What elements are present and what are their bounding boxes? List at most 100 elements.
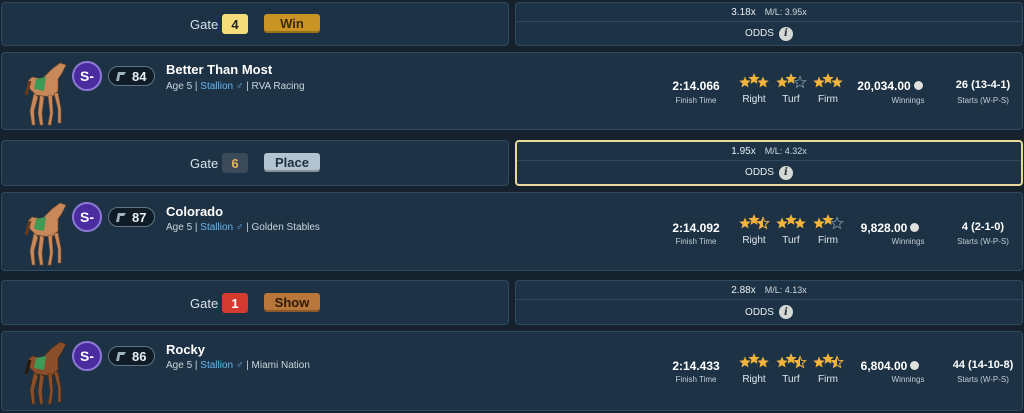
coin-icon	[910, 223, 920, 232]
star-icon	[748, 214, 760, 225]
gate-panel: Gate 6 Place	[1, 140, 509, 186]
finish-time: 2:14.066	[672, 79, 720, 93]
odds-panel[interactable]: 1.95x M/L: 4.32x ODDS i	[515, 140, 1023, 186]
horse-name[interactable]: Better Than Most	[166, 62, 272, 77]
star-icon	[739, 76, 751, 88]
info-icon[interactable]: i	[778, 165, 793, 180]
turf-stars	[776, 353, 807, 369]
gate-label: Gate	[190, 296, 219, 311]
star-icon	[785, 73, 797, 84]
rating-value: 84	[132, 68, 147, 84]
age-text: Age 5 |	[166, 222, 198, 233]
winnings-label: Winnings	[891, 237, 925, 246]
info-icon[interactable]: i	[778, 305, 793, 319]
show-button[interactable]: Show	[264, 293, 320, 312]
turf-stars	[776, 214, 806, 229]
winnings-amount: 20,034.00	[857, 79, 911, 93]
odds-label: ODDS	[745, 167, 774, 178]
winnings-label: Winnings	[891, 96, 925, 105]
odds-value: 2.88x	[731, 284, 756, 296]
grade-badge: S-	[72, 202, 102, 232]
horse-info: Age 5 | Stallion ♂ | Golden Stables	[166, 222, 320, 233]
star-icon	[822, 73, 834, 84]
firm-stars	[813, 214, 844, 230]
star-icon	[794, 217, 806, 229]
sex-text: Stallion ♂	[200, 81, 244, 92]
winnings-label: Winnings	[891, 375, 925, 384]
stable-text: | RVA Racing	[246, 81, 305, 92]
odds-panel[interactable]: 2.88x M/L: 4.13x ODDS i	[515, 280, 1023, 325]
finish-time-label: Finish Time	[675, 375, 717, 384]
winnings-value: 9,828.00	[850, 221, 930, 235]
star-icon	[813, 356, 825, 368]
odds-label-row: ODDS i	[516, 22, 1022, 45]
starts-label: Starts (W-P-S)	[957, 375, 1009, 384]
rating-badge: 86	[108, 346, 155, 366]
horse-name[interactable]: Rocky	[166, 342, 205, 357]
grade-badge: S-	[72, 61, 102, 91]
starts-value: 44 (14-10-8)	[952, 359, 1014, 371]
firm-label: Firm	[818, 235, 838, 246]
winnings-amount: 9,828.00	[860, 221, 908, 235]
horse-image	[24, 62, 67, 126]
starts-value: 4 (2-1-0)	[961, 221, 1005, 233]
odds-label: ODDS	[745, 306, 774, 318]
star-icon	[830, 216, 844, 230]
star-icon	[831, 76, 843, 88]
grade-badge: S-	[72, 341, 102, 371]
horse-info: Age 5 | Stallion ♂ | Miami Nation	[166, 360, 310, 371]
horse-panel[interactable]: S- 86 Rocky Age 5 | Stallion ♂ | Miami N…	[1, 331, 1023, 411]
rating-value: 87	[132, 209, 147, 225]
starts-label: Starts (W-P-S)	[957, 96, 1009, 105]
coin-icon	[913, 81, 923, 90]
star-icon	[757, 356, 769, 368]
star-icon	[776, 217, 788, 229]
gate-panel: Gate 4 Win	[1, 2, 509, 46]
firm-stars	[813, 73, 843, 88]
gate-number-badge: 4	[222, 14, 248, 34]
winnings-amount: 6,804.00	[860, 359, 908, 373]
star-icon	[793, 75, 807, 89]
info-icon[interactable]: i	[778, 26, 793, 41]
rating-badge: 84	[108, 66, 155, 86]
rating-value: 86	[132, 348, 147, 364]
age-text: Age 5 |	[166, 360, 198, 371]
star-icon	[822, 214, 834, 225]
rating-badge: 87	[108, 207, 155, 227]
rating-icon	[116, 71, 126, 81]
star-icon	[776, 76, 788, 88]
gate-label: Gate	[190, 156, 219, 171]
finish-time-label: Finish Time	[675, 96, 717, 105]
turf-label: Turf	[782, 374, 800, 385]
odds-label-row: ODDS i	[516, 300, 1022, 324]
win-button[interactable]: Win	[264, 14, 320, 33]
odds-row: 3.18x M/L: 3.95x	[516, 3, 1022, 22]
odds-label: ODDS	[745, 28, 774, 39]
horse-image	[24, 341, 67, 405]
starts-value: 26 (13-4-1)	[955, 79, 1011, 91]
morning-line: M/L: 4.13x	[764, 285, 807, 295]
right-stars	[739, 353, 769, 368]
place-button[interactable]: Place	[264, 153, 320, 172]
star-icon	[785, 353, 797, 364]
age-text: Age 5 |	[166, 81, 198, 92]
odds-label-row: ODDS i	[517, 161, 1021, 184]
horse-panel[interactable]: S- 87 Colorado Age 5 | Stallion ♂ | Gold…	[1, 192, 1023, 271]
star-icon	[822, 353, 834, 364]
horse-panel[interactable]: S- 84 Better Than Most Age 5 | Stallion …	[1, 52, 1023, 130]
stable-text: | Miami Nation	[246, 360, 310, 371]
star-icon	[748, 73, 760, 84]
firm-label: Firm	[818, 94, 838, 105]
horse-name[interactable]: Colorado	[166, 204, 223, 219]
gate-label: Gate	[190, 17, 219, 32]
right-stars	[739, 214, 770, 230]
rating-icon	[116, 351, 126, 361]
winnings-value: 20,034.00	[850, 79, 930, 93]
sex-text: Stallion ♂	[200, 222, 244, 233]
morning-line: M/L: 4.32x	[764, 146, 807, 156]
finish-time: 2:14.433	[672, 359, 720, 373]
odds-panel[interactable]: 3.18x M/L: 3.95x ODDS i	[515, 2, 1023, 46]
star-icon	[785, 214, 797, 225]
turf-label: Turf	[782, 94, 800, 105]
coin-icon	[910, 361, 920, 370]
